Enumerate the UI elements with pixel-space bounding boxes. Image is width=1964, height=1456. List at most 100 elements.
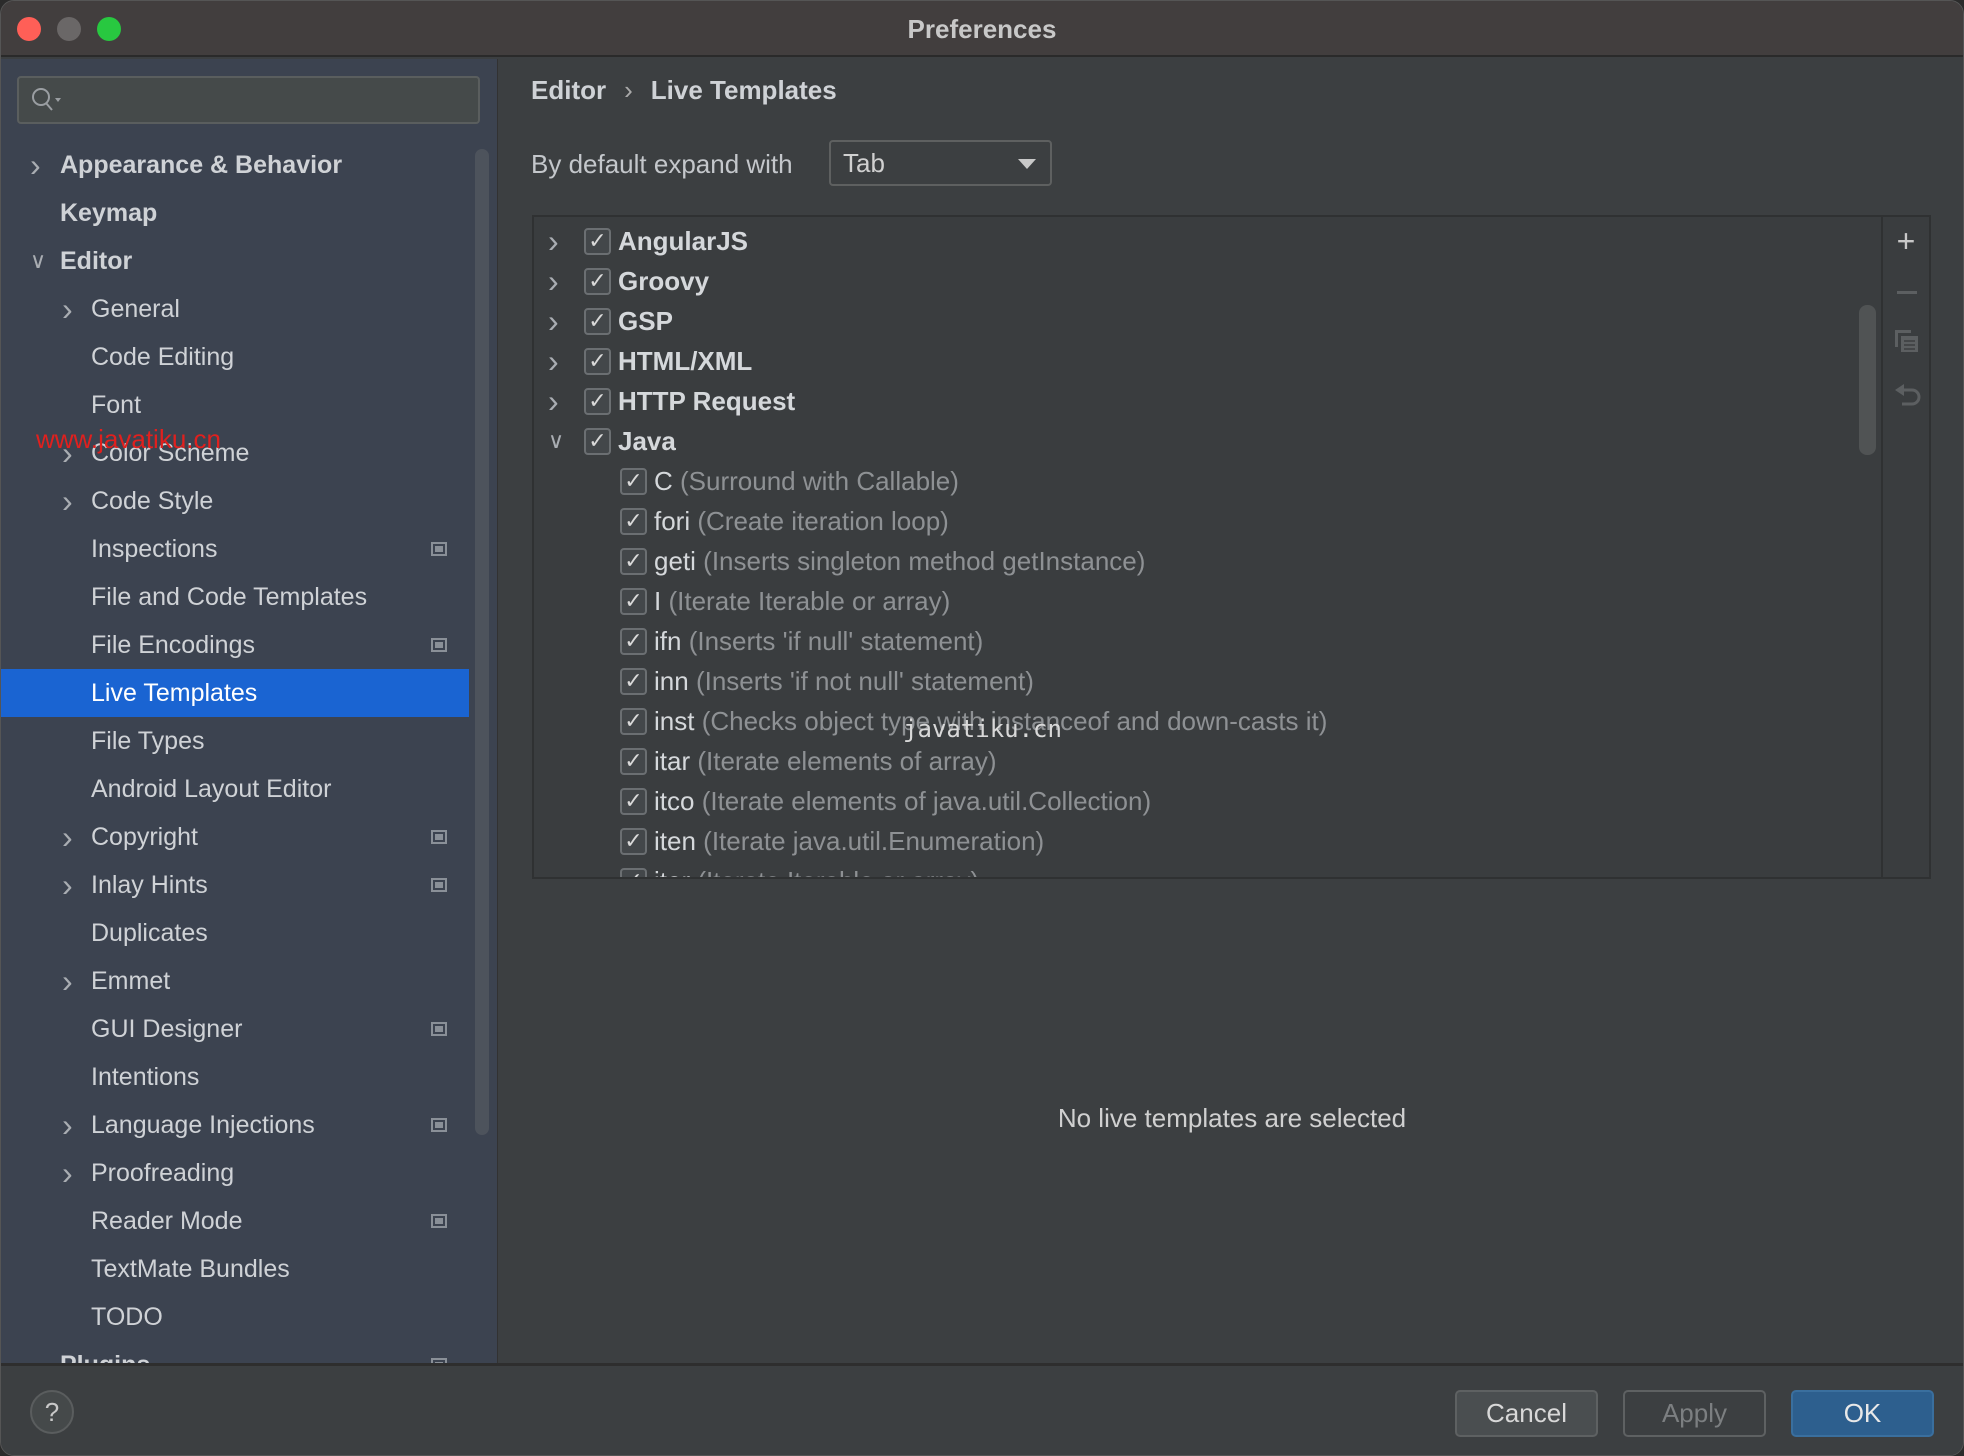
chevron-right-icon[interactable]: › — [548, 381, 559, 421]
checkbox[interactable]: ✓ — [584, 268, 611, 295]
expand-with-value: Tab — [843, 148, 885, 178]
sidebar-item-inlay-hints[interactable]: › Inlay Hints — [1, 861, 469, 909]
checkbox[interactable]: ✓ — [584, 348, 611, 375]
sidebar-item-intentions[interactable]: Intentions — [1, 1053, 469, 1101]
sidebar-item-live-templates[interactable]: Live Templates — [1, 669, 469, 717]
sidebar-item-code-style[interactable]: › Code Style — [1, 477, 469, 525]
sidebar-item-gui-designer[interactable]: GUI Designer — [1, 1005, 469, 1053]
sidebar-item-proofreading[interactable]: › Proofreading — [1, 1149, 469, 1197]
checkbox[interactable]: ✓ — [620, 748, 647, 775]
chevron-right-icon[interactable]: › — [62, 861, 73, 909]
sidebar-scrollbar[interactable] — [475, 149, 489, 1135]
checkbox[interactable]: ✓ — [620, 668, 647, 695]
undo-icon[interactable] — [1894, 383, 1922, 409]
sidebar-item-language-injections[interactable]: › Language Injections — [1, 1101, 469, 1149]
sidebar-item-appearance-behavior[interactable]: › Appearance & Behavior — [1, 141, 469, 189]
checkbox[interactable]: ✓ — [584, 388, 611, 415]
chevron-down-icon[interactable]: ∨ — [30, 237, 46, 285]
chevron-right-icon[interactable]: › — [548, 341, 559, 381]
plus-icon[interactable]: + — [1896, 223, 1916, 260]
checkbox[interactable]: ✓ — [620, 588, 647, 615]
chevron-right-icon[interactable]: › — [62, 813, 73, 861]
cancel-button[interactable]: Cancel — [1455, 1390, 1598, 1437]
help-button[interactable]: ? — [30, 1390, 74, 1434]
expand-with-dropdown[interactable]: Tab — [829, 140, 1052, 186]
ok-button[interactable]: OK — [1791, 1390, 1934, 1437]
project-settings-icon — [431, 638, 447, 652]
template-group-name: HTTP Request — [618, 386, 796, 416]
sidebar-item-code-editing[interactable]: Code Editing — [1, 333, 469, 381]
checkbox[interactable]: ✓ — [620, 508, 647, 535]
breadcrumb: Editor › Live Templates — [531, 75, 837, 106]
sidebar-item-file-types[interactable]: File Types — [1, 717, 469, 765]
chevron-right-icon[interactable]: › — [62, 1101, 73, 1149]
checkbox[interactable]: ✓ — [620, 468, 647, 495]
sidebar-item-general[interactable]: › General — [1, 285, 469, 333]
checkbox[interactable]: ✓ — [620, 868, 647, 877]
sidebar-item-editor[interactable]: ∨ Editor — [1, 237, 469, 285]
template-abbreviation: fori — [654, 506, 691, 536]
sidebar-item-file-and-code-templates[interactable]: File and Code Templates — [1, 573, 469, 621]
sidebar-item-label: Emmet — [91, 967, 171, 995]
checkbox[interactable]: ✓ — [584, 428, 611, 455]
checkbox[interactable]: ✓ — [620, 628, 647, 655]
live-templates-panel: Editor › Live Templates By default expand … — [499, 59, 1963, 1363]
sidebar-item-plugins[interactable]: Plugins — [1, 1341, 469, 1363]
template-item-text: geti (Inserts singleton method getInstan… — [654, 541, 1145, 581]
sidebar-item-copyright[interactable]: › Copyright — [1, 813, 469, 861]
breadcrumb-editor[interactable]: Editor — [531, 75, 606, 105]
template-abbreviation: inst — [654, 706, 695, 736]
sidebar-item-keymap[interactable]: Keymap — [1, 189, 469, 237]
template-group-name: GSP — [618, 306, 673, 336]
sidebar-item-emmet[interactable]: › Emmet — [1, 957, 469, 1005]
sidebar-item-label: File Encodings — [91, 631, 255, 659]
template-item-text: ifn (Inserts 'if null' statement) — [654, 621, 983, 661]
chevron-right-icon[interactable]: › — [548, 261, 559, 301]
sidebar-item-file-encodings[interactable]: File Encodings — [1, 621, 469, 669]
sidebar-item-label: File and Code Templates — [91, 583, 368, 611]
checkbox[interactable]: ✓ — [620, 828, 647, 855]
settings-search-input[interactable] — [17, 76, 480, 124]
sidebar-item-textmate-bundles[interactable]: TextMate Bundles — [1, 1245, 469, 1293]
template-item-text: inn (Inserts 'if not null' statement) — [654, 661, 1034, 701]
sidebar-item-label: Live Templates — [91, 679, 258, 707]
checkbox[interactable]: ✓ — [620, 708, 647, 735]
chevron-down-icon[interactable]: ∨ — [548, 421, 564, 461]
dialog-footer: ? Cancel Apply OK — [1, 1363, 1963, 1455]
sidebar-item-android-layout-editor[interactable]: Android Layout Editor — [1, 765, 469, 813]
breadcrumb-separator: › — [624, 75, 633, 105]
chevron-right-icon[interactable]: › — [62, 1149, 73, 1197]
sidebar-item-label: Reader Mode — [91, 1207, 243, 1235]
template-group-name: HTML/XML — [618, 346, 753, 376]
sidebar-item-todo[interactable]: TODO — [1, 1293, 469, 1341]
chevron-right-icon[interactable]: › — [548, 301, 559, 341]
chevron-right-icon[interactable]: › — [62, 477, 73, 525]
search-icon — [32, 88, 61, 111]
sidebar-item-duplicates[interactable]: Duplicates — [1, 909, 469, 957]
chevron-right-icon[interactable]: › — [62, 957, 73, 1005]
checkbox[interactable]: ✓ — [620, 548, 647, 575]
sidebar-item-label: Copyright — [91, 823, 198, 851]
checkbox[interactable]: ✓ — [584, 308, 611, 335]
sidebar-item-label: Android Layout Editor — [91, 775, 332, 803]
project-settings-icon — [431, 542, 447, 556]
template-description: (Iterate java.util.Enumeration) — [703, 826, 1045, 856]
project-settings-icon — [431, 878, 447, 892]
sidebar-item-label: Language Injections — [91, 1111, 315, 1139]
chevron-right-icon[interactable]: › — [62, 285, 73, 333]
sidebar-item-inspections[interactable]: Inspections — [1, 525, 469, 573]
minus-icon[interactable] — [1897, 291, 1917, 294]
checkbox[interactable]: ✓ — [584, 228, 611, 255]
chevron-right-icon[interactable]: › — [30, 141, 41, 189]
preferences-window: Preferences › Appearance & Behavior Keymap… — [0, 0, 1964, 1456]
sidebar-item-reader-mode[interactable]: Reader Mode — [1, 1197, 469, 1245]
copy-icon[interactable] — [1894, 329, 1920, 353]
tree-scrollbar[interactable] — [1859, 305, 1876, 455]
apply-button[interactable]: Apply — [1623, 1390, 1766, 1437]
sidebar-item-font[interactable]: Font — [1, 381, 469, 429]
checkbox[interactable]: ✓ — [620, 788, 647, 815]
chevron-right-icon[interactable]: › — [548, 221, 559, 261]
sidebar-item-label: Plugins — [60, 1341, 150, 1363]
template-description: (Iterate elements of java.util.Collectio… — [701, 786, 1152, 816]
sidebar-item-label: TODO — [91, 1303, 163, 1331]
